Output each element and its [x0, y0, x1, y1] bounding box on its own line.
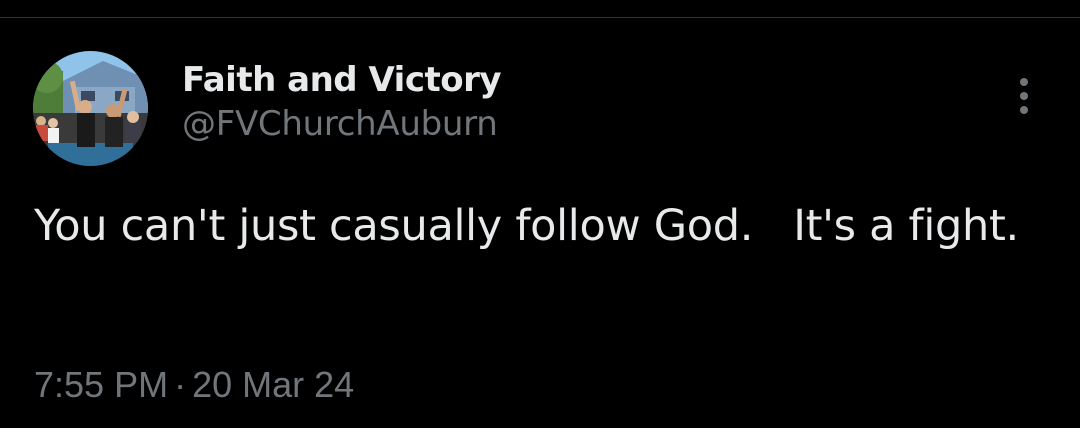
more-vertical-icon	[1020, 78, 1028, 86]
more-vertical-icon-dot	[1020, 106, 1028, 114]
tweet-text: You can't just casually follow God. It's…	[34, 201, 1019, 251]
author-handle[interactable]: @FVChurchAuburn	[182, 102, 501, 146]
more-vertical-icon-dot	[1020, 92, 1028, 100]
author-block: Faith and Victory @FVChurchAuburn	[182, 58, 502, 146]
profile-photo-avatar-icon	[33, 51, 148, 166]
author-display-name[interactable]: Faith and Victory	[182, 58, 502, 102]
tweet-date: 20 Mar 24	[192, 364, 355, 405]
avatar[interactable]	[33, 51, 148, 166]
tweet-time: 7:55 PM	[34, 364, 169, 405]
top-divider	[0, 17, 1080, 18]
more-options-button[interactable]	[1004, 72, 1044, 120]
timestamp-separator: ·	[174, 364, 187, 405]
tweet-timestamp[interactable]: 7:55 PM · 20 Mar 24	[34, 361, 354, 409]
